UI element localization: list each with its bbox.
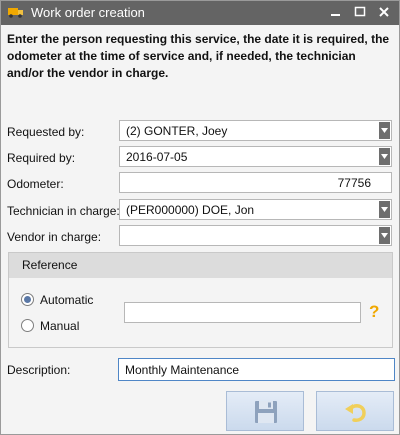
required-by-date-picker[interactable]: 2016-07-05 [119, 146, 392, 167]
chevron-down-icon [381, 207, 388, 212]
requested-by-label: Requested by: [7, 125, 85, 139]
vendor-dropdown[interactable] [119, 225, 392, 246]
manual-radio[interactable] [21, 319, 34, 332]
work-order-window: Work order creation Enter the person req… [0, 0, 400, 435]
requested-by-dropdown-button[interactable] [379, 122, 390, 139]
technician-value: (PER000000) DOE, Jon [126, 203, 255, 217]
chevron-down-icon [381, 233, 388, 238]
odometer-label: Odometer: [7, 177, 64, 191]
reference-group: Reference Automatic Manual ? [8, 252, 393, 348]
close-icon [379, 7, 389, 17]
save-icon [255, 401, 277, 423]
help-icon[interactable]: ? [369, 302, 379, 322]
chevron-down-icon [381, 128, 388, 133]
close-button[interactable] [375, 3, 393, 21]
title-bar[interactable]: Work order creation [1, 1, 399, 25]
odometer-value: 77756 [337, 176, 371, 190]
vendor-label: Vendor in charge: [7, 230, 102, 244]
automatic-radio-label[interactable]: Automatic [40, 293, 93, 307]
undo-icon [345, 404, 366, 422]
odometer-input[interactable]: 77756 [119, 172, 392, 193]
technician-dropdown[interactable]: (PER000000) DOE, Jon [119, 199, 392, 220]
reference-input[interactable] [124, 302, 361, 323]
undo-button[interactable] [316, 391, 394, 431]
minimize-button[interactable] [327, 3, 345, 21]
requested-by-dropdown[interactable]: (2) GONTER, Joey [119, 120, 392, 141]
maximize-icon [354, 6, 366, 17]
required-by-value: 2016-07-05 [126, 150, 188, 164]
automatic-radio[interactable] [21, 293, 34, 306]
maximize-button[interactable] [351, 3, 369, 21]
description-value: Monthly Maintenance [125, 363, 240, 377]
reference-header: Reference [9, 253, 392, 278]
instructions-text: Enter the person requesting this service… [7, 32, 390, 80]
minimize-icon [331, 14, 340, 16]
required-by-label: Required by: [7, 151, 76, 165]
technician-dropdown-button[interactable] [379, 201, 390, 218]
manual-radio-label[interactable]: Manual [40, 319, 79, 333]
truck-icon [8, 8, 23, 18]
save-button[interactable] [226, 391, 304, 431]
technician-label: Technician in charge: [7, 204, 120, 218]
reference-title: Reference [22, 258, 78, 272]
window-title: Work order creation [31, 5, 145, 20]
description-label: Description: [7, 363, 71, 377]
description-input[interactable]: Monthly Maintenance [118, 358, 395, 381]
requested-by-value: (2) GONTER, Joey [126, 124, 228, 138]
vendor-dropdown-button[interactable] [379, 227, 390, 244]
chevron-down-icon [381, 154, 388, 159]
required-by-dropdown-button[interactable] [379, 148, 390, 165]
